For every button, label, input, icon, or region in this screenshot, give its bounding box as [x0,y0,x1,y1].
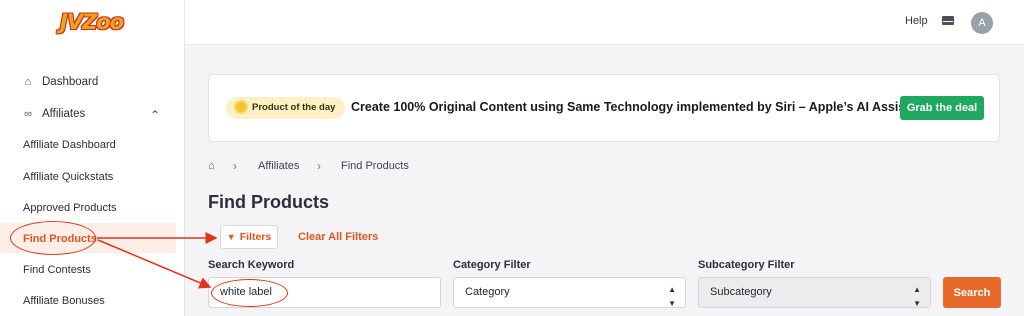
logo-text: JVZoo [60,10,124,34]
subcategory-select-value: Subcategory [710,286,772,298]
link-icon: ∞ [24,108,32,120]
sidebar-item-affiliate-dashboard[interactable]: Affiliate Dashboard [23,139,116,151]
select-arrows-icon: ▲ ▼ [668,285,676,308]
search-button[interactable]: Search [943,277,1001,308]
category-select[interactable]: Category ▲ ▼ [453,277,686,308]
chevron-up-icon[interactable]: ⌃ [150,108,160,122]
sidebar-item-dashboard[interactable]: ⌂ Dashboard [22,76,99,88]
category-select-value: Category [465,286,510,298]
clear-all-filters-link[interactable]: Clear All Filters [298,231,378,243]
filter-icon: ▼ [226,232,236,242]
medal-icon [234,100,248,114]
sidebar-item-label: Affiliates [42,108,86,120]
category-filter-label: Category Filter [453,259,531,271]
chevron-right-icon: › [233,159,237,173]
chevron-right-icon: › [317,159,321,173]
breadcrumb-affiliates[interactable]: Affiliates [258,160,299,172]
subcategory-select[interactable]: Subcategory ▲ ▼ [698,277,931,308]
sidebar-item-label: Dashboard [42,76,99,88]
sidebar-item-approved-products[interactable]: Approved Products [23,202,117,214]
topbar [185,0,1024,45]
subcategory-filter-label: Subcategory Filter [698,259,795,271]
sidebar-item-find-contests[interactable]: Find Contests [23,264,91,276]
jvzoo-logo[interactable]: JVZoo [60,10,124,40]
search-keyword-label: Search Keyword [208,259,295,271]
select-arrows-icon: ▲ ▼ [913,285,921,308]
help-link[interactable]: Help [905,15,928,27]
home-icon: ⌂ [24,76,32,88]
filters-label: Filters [239,231,272,243]
home-icon[interactable]: ⌂ [208,160,215,172]
grab-the-deal-button[interactable]: Grab the deal [900,96,984,120]
mail-icon[interactable] [942,16,954,25]
avatar[interactable]: A [971,12,993,34]
sidebar-item-affiliate-quickstats[interactable]: Affiliate Quickstats [23,171,113,183]
breadcrumb-find-products: Find Products [341,160,409,172]
sidebar-item-affiliate-bonuses[interactable]: Affiliate Bonuses [23,295,105,307]
promo-text: Create 100% Original Content using Same … [351,100,940,114]
page-title: Find Products [208,192,329,212]
annotation-circle-find-products [10,221,96,255]
sidebar: JVZoo ⌂ Dashboard ∞ Affiliates ⌃ Affilia… [0,0,185,316]
filters-button[interactable]: ▼ Filters [220,225,278,249]
sidebar-item-affiliates[interactable]: ∞ Affiliates [22,108,85,120]
annotation-circle-keyword [211,279,288,307]
